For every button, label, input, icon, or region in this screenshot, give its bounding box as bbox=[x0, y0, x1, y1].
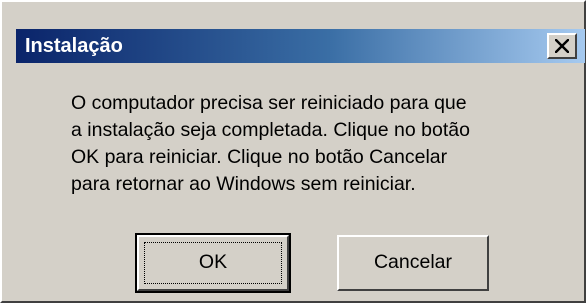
installation-dialog: Instalação O computador precisa ser rein… bbox=[0, 0, 586, 303]
message-text: O computador precisa ser reiniciado para… bbox=[71, 90, 551, 198]
cancel-button[interactable]: Cancelar bbox=[337, 235, 489, 291]
message-line: para retornar ao Windows sem reiniciar. bbox=[71, 173, 416, 195]
ok-button-label: OK bbox=[198, 251, 228, 273]
message-line: OK para reiniciar. Clique no botão Cance… bbox=[71, 146, 448, 168]
cancel-button-label: Cancelar bbox=[373, 251, 453, 273]
title-bar[interactable]: Instalação bbox=[16, 29, 585, 63]
message-line: O computador precisa ser reiniciado para… bbox=[71, 92, 467, 114]
ok-button[interactable]: OK bbox=[135, 233, 291, 293]
window-title: Instalação bbox=[25, 35, 123, 57]
close-button[interactable] bbox=[547, 33, 577, 59]
message-line: a instalação seja completada. Clique no … bbox=[71, 119, 470, 141]
close-icon bbox=[555, 39, 569, 53]
